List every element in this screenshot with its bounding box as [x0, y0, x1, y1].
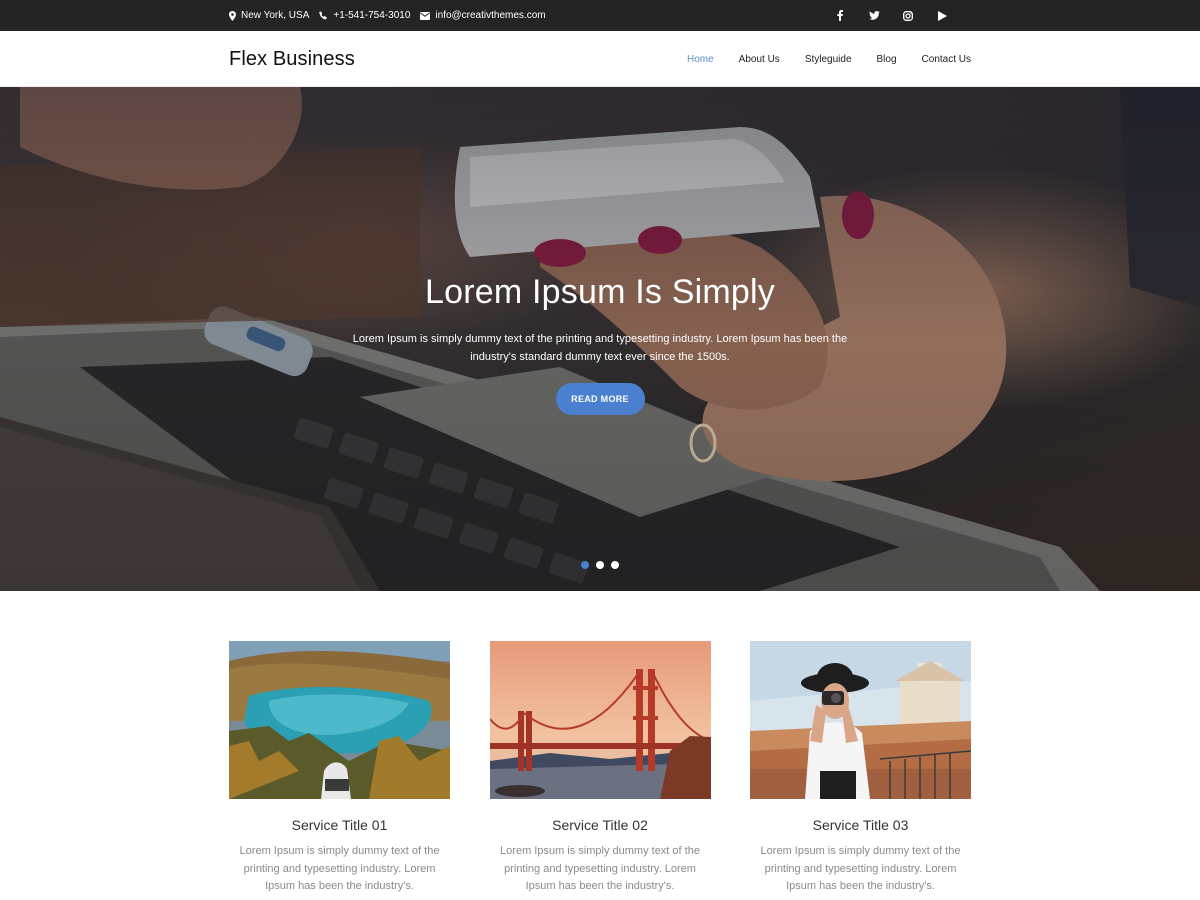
email-text: info@creativthemes.com: [435, 10, 546, 21]
nav-about-us[interactable]: About Us: [739, 54, 780, 65]
hero-content: Lorem Ipsum Is Simply Lorem Ipsum is sim…: [0, 273, 1200, 415]
service-title-02[interactable]: Service Title 02: [490, 817, 711, 833]
services-section: Service Title 01 Lorem Ipsum is simply d…: [229, 641, 971, 896]
slider-dot-3[interactable]: [611, 561, 619, 569]
contact-info: New York, USA +1-541-754-3010 info@creat…: [229, 10, 556, 21]
twitter-link[interactable]: [857, 0, 891, 31]
service-card: Service Title 01 Lorem Ipsum is simply d…: [229, 641, 450, 896]
nav-blog[interactable]: Blog: [877, 54, 897, 65]
social-links: [823, 0, 959, 31]
instagram-link[interactable]: [891, 0, 925, 31]
hero-slider: Lorem Ipsum Is Simply Lorem Ipsum is sim…: [0, 87, 1200, 591]
facebook-icon: [837, 10, 843, 21]
service-text-02: Lorem Ipsum is simply dummy text of the …: [500, 845, 700, 892]
nav-contact-us[interactable]: Contact Us: [922, 54, 971, 65]
service-title-03[interactable]: Service Title 03: [750, 817, 971, 833]
hero-title: Lorem Ipsum Is Simply: [425, 273, 775, 311]
service-title-01[interactable]: Service Title 01: [229, 817, 450, 833]
location-item: New York, USA: [229, 10, 309, 21]
play-icon: [937, 10, 947, 21]
phone-icon: [319, 11, 328, 20]
instagram-icon: [903, 10, 913, 21]
hero-text: Lorem Ipsum is simply dummy text of the …: [352, 333, 848, 363]
slider-dot-1[interactable]: [581, 561, 589, 569]
phone-text: +1-541-754-3010: [333, 10, 411, 21]
main-nav: Home About Us Styleguide Blog Contact Us: [662, 54, 971, 65]
top-bar: New York, USA +1-541-754-3010 info@creat…: [0, 0, 1200, 31]
read-more-button[interactable]: READ MORE: [555, 383, 645, 415]
service-image-bridge[interactable]: [489, 641, 711, 799]
service-text-03: Lorem Ipsum is simply dummy text of the …: [760, 845, 961, 892]
slider-dot-2[interactable]: [596, 561, 604, 569]
envelope-icon: [420, 11, 431, 20]
email-item[interactable]: info@creativthemes.com: [420, 10, 546, 21]
service-text-01: Lorem Ipsum is simply dummy text of the …: [239, 845, 440, 892]
site-logo[interactable]: Flex Business: [229, 48, 355, 71]
service-image-photographer[interactable]: [750, 641, 971, 799]
nav-home[interactable]: Home: [687, 54, 714, 65]
service-card: Service Title 03 Lorem Ipsum is simply d…: [750, 641, 971, 896]
service-image-lake[interactable]: [229, 641, 450, 799]
twitter-icon: [868, 11, 880, 20]
slider-pagination: [0, 561, 1200, 569]
service-card: Service Title 02 Lorem Ipsum is simply d…: [489, 641, 711, 896]
nav-styleguide[interactable]: Styleguide: [805, 54, 852, 65]
site-header: Flex Business Home About Us Styleguide B…: [0, 31, 1200, 87]
map-marker-icon: [229, 10, 236, 21]
phone-item[interactable]: +1-541-754-3010: [319, 10, 410, 21]
location-text: New York, USA: [241, 10, 310, 21]
facebook-link[interactable]: [823, 0, 857, 31]
youtube-link[interactable]: [925, 0, 959, 31]
